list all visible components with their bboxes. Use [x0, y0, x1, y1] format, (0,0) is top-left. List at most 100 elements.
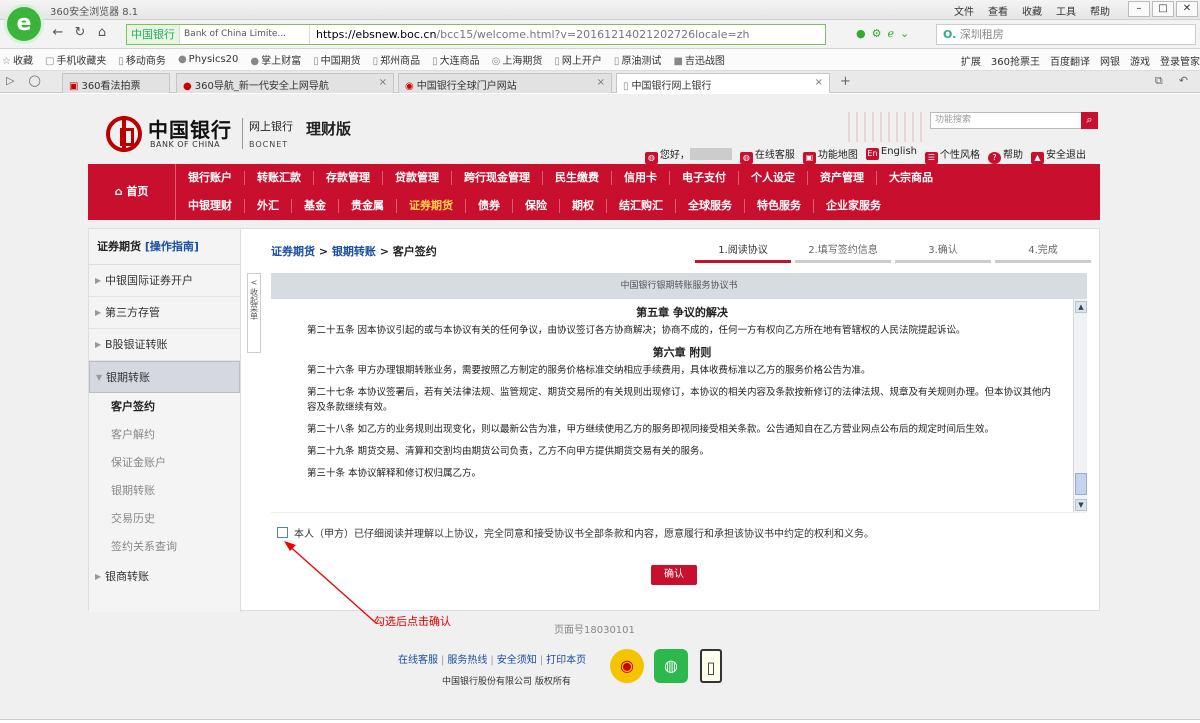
mobile-bank-icon[interactable]: ▯ [700, 649, 722, 683]
operation-guide-link[interactable]: [操作指南] [145, 240, 199, 253]
browser-tab[interactable]: ◉ 中国银行全球门户网站 × [398, 73, 612, 93]
style-link[interactable]: ☰ 个性风格 [925, 146, 980, 164]
sidebar-item[interactable]: ▶ 第三方存管 [89, 297, 240, 329]
footer-link[interactable]: 服务热线 [447, 655, 487, 666]
nav-item[interactable]: 外汇 [245, 199, 292, 213]
bookmark-item[interactable]: ☆ 收藏 [2, 52, 33, 67]
close-icon[interactable]: ✕ [1176, 1, 1198, 17]
function-search-input[interactable]: 功能搜索 ⌕ [930, 112, 1098, 129]
translate-button[interactable]: 百度翻译 [1050, 53, 1090, 68]
nav-item[interactable]: 银行账户 [176, 171, 245, 185]
collapse-menu-button[interactable]: < 收起菜单 [247, 273, 261, 353]
agreement-box[interactable]: 第五章 争议的解决 第二十五条 因本协议引起的或与本协议有关的任何争议，由协议签… [271, 299, 1087, 513]
nav-item[interactable]: 资产管理 [808, 171, 877, 185]
scroll-thumb[interactable] [1075, 473, 1087, 495]
shield-icon[interactable]: ● [856, 27, 866, 40]
bookmark-item[interactable]: ● 掌上财富 [250, 52, 301, 67]
nav-home[interactable]: ⌂ 首页 [88, 164, 176, 220]
nav-item[interactable]: 转账汇款 [245, 171, 314, 185]
nav-item[interactable]: 大宗商品 [877, 171, 945, 185]
maximize-icon[interactable]: □ [1152, 1, 1174, 17]
cloud-icon[interactable]: ◯ [28, 74, 40, 87]
login-manager-button[interactable]: 登录管家 [1160, 53, 1200, 68]
bookmark-item[interactable]: ▯ 中国期货 [313, 52, 361, 67]
nav-item[interactable]: 个人设定 [739, 171, 808, 185]
back-icon[interactable]: ← [50, 25, 66, 40]
sidebar-subitem[interactable]: 交易历史 [89, 505, 240, 533]
dropdown-icon[interactable]: ⌄ [900, 27, 909, 40]
bookmark-item[interactable]: ▯ 郑州商品 [373, 52, 421, 67]
wechat-icon[interactable]: ◍ [654, 649, 688, 683]
footer-link[interactable]: 打印本页 [546, 655, 586, 666]
sidebar-subitem[interactable]: 银期转账 [89, 477, 240, 505]
minimize-icon[interactable]: – [1128, 1, 1150, 17]
help-link[interactable]: ? 帮助 [988, 146, 1023, 164]
nav-item[interactable]: 信用卡 [612, 171, 670, 185]
bookmark-item[interactable]: ◎ 上海期货 [492, 52, 543, 67]
ticket-button[interactable]: 360抢票王 [991, 53, 1040, 68]
browser-logo-icon[interactable]: e [4, 4, 44, 44]
nav-item[interactable]: 全球服务 [676, 199, 745, 213]
logout-link[interactable]: ▲ 安全退出 [1031, 146, 1086, 164]
nav-item[interactable]: 保险 [513, 199, 560, 213]
boc-logo-icon[interactable] [106, 116, 142, 152]
nav-item[interactable]: 基金 [292, 199, 339, 213]
home-icon[interactable]: ⌂ [94, 25, 110, 40]
confirm-button[interactable]: 确认 [651, 565, 697, 585]
nav-item[interactable]: 结汇购汇 [607, 199, 676, 213]
extension-button[interactable]: 扩展 [961, 53, 981, 68]
sidebar-subitem[interactable]: 客户解约 [89, 421, 240, 449]
scroll-up-icon[interactable]: ▲ [1075, 301, 1087, 313]
nav-item[interactable]: 跨行现金管理 [452, 171, 543, 185]
breadcrumb-link[interactable]: 银期转账 [332, 245, 376, 258]
nav-item[interactable]: 存款管理 [314, 171, 383, 185]
bookmark-item[interactable]: ■ 吉迅战图 [673, 52, 724, 67]
menu-file[interactable]: 文件 [954, 3, 974, 18]
sidebar-subitem[interactable]: 保证金账户 [89, 449, 240, 477]
nav-item[interactable]: 贷款管理 [383, 171, 452, 185]
tab-close-icon[interactable]: × [379, 77, 387, 88]
nav-item[interactable]: 企业家服务 [814, 199, 893, 213]
nav-item[interactable]: 特色服务 [745, 199, 814, 213]
menu-view[interactable]: 查看 [988, 3, 1008, 18]
nav-item[interactable]: 贵金属 [339, 199, 397, 213]
compat-icon[interactable]: ⚙ [872, 27, 882, 40]
ie-icon[interactable]: ℯ [887, 27, 894, 40]
nav-item[interactable]: 电子支付 [670, 171, 739, 185]
url-text[interactable]: https://ebsnew.boc.cn/bcc15/welcome.html… [310, 28, 749, 41]
url-field[interactable]: 中国银行 Bank of China Limite... https://ebs… [126, 24, 826, 45]
browser-tab-active[interactable]: ▯ 中国银行网上银行 × [616, 73, 830, 93]
scroll-down-icon[interactable]: ▼ [1075, 499, 1087, 511]
bookmark-item[interactable]: ▯ 大连商品 [432, 52, 480, 67]
nav-item-active[interactable]: 证券期货 [397, 199, 466, 213]
bookmark-item[interactable]: ▢ 手机收藏夹 [45, 52, 106, 67]
online-service-link[interactable]: ◍ 在线客服 [739, 146, 795, 164]
sidebar-item-open[interactable]: ▼ 银期转账 [89, 361, 240, 393]
bookmark-item[interactable]: ▯ 原油测试 [614, 52, 662, 67]
nav-item[interactable]: 民生缴费 [543, 171, 612, 185]
tab-close-icon[interactable]: × [597, 77, 605, 88]
browser-tab[interactable]: ● 360导航_新一代安全上网导航 × [176, 73, 394, 93]
footer-link[interactable]: 安全须知 [497, 655, 537, 666]
bookmark-item[interactable]: ▯ 移动商务 [118, 52, 166, 67]
games-button[interactable]: 游戏 [1130, 53, 1150, 68]
sidebar-subitem-active[interactable]: 客户签约 [89, 393, 240, 421]
menu-tools[interactable]: 工具 [1056, 3, 1076, 18]
english-link[interactable]: En English [865, 146, 917, 164]
sidebar-subitem[interactable]: 签约关系查询 [89, 533, 240, 561]
sidebar-item[interactable]: ▶ 中银国际证券开户 [89, 265, 240, 297]
agreement-scrollbar[interactable]: ▲ ▼ [1073, 299, 1087, 512]
bookmark-item[interactable]: ● Physics20 [178, 54, 238, 65]
menu-favorites[interactable]: 收藏 [1022, 3, 1042, 18]
weibo-icon[interactable]: ◉ [610, 649, 644, 683]
nav-item[interactable]: 期权 [560, 199, 607, 213]
menu-help[interactable]: 帮助 [1090, 3, 1110, 18]
restore-icon[interactable]: ⧉ [1155, 74, 1163, 88]
sidebar-item[interactable]: ▶ B股银证转账 [89, 329, 240, 361]
sidebar-toggle-icon[interactable]: ▷ [6, 74, 14, 87]
browser-search-input[interactable]: O. 深圳租房 [936, 24, 1196, 45]
undo-icon[interactable]: ↶ [1179, 74, 1188, 88]
ebank-button[interactable]: 网银 [1100, 53, 1120, 68]
nav-item[interactable]: 中银理财 [176, 199, 245, 213]
new-tab-icon[interactable]: + [840, 74, 851, 89]
